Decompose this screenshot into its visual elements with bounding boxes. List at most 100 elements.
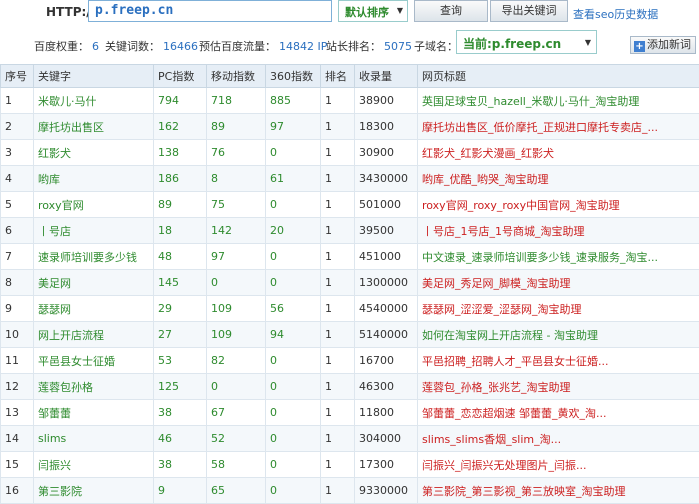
plus-icon: + xyxy=(634,41,645,52)
cell-page-title[interactable]: slims_slims香烟_slim_淘... xyxy=(418,426,699,452)
cell-pc-index: 53 xyxy=(154,348,207,374)
cell-page-title[interactable]: roxy官网_roxy_roxy中国官网_淘宝助理 xyxy=(418,192,699,218)
cell-keyword[interactable]: 瑟瑟网 xyxy=(34,296,154,322)
cell-pc-index: 48 xyxy=(154,244,207,270)
cell-keyword[interactable]: 速录师培训要多少钱 xyxy=(34,244,154,270)
query-button[interactable]: 查询 xyxy=(414,0,488,22)
sort-select-value: 默认排序 xyxy=(345,6,389,19)
table-row: 5roxy官网897501501000roxy官网_roxy_roxy中国官网_… xyxy=(1,192,699,218)
url-input[interactable]: p.freep.cn xyxy=(88,0,332,22)
cell-mobile-index: 0 xyxy=(207,270,266,296)
col-header-rank[interactable]: 排名 xyxy=(321,65,355,88)
subdomain-select[interactable]: 当前:p.freep.cn ▼ xyxy=(456,30,597,54)
col-header-indexed[interactable]: 收录量 xyxy=(355,65,418,88)
table-row: 13邹蕾蕾38670111800邹蕾蕾_恋恋超烟速 邹蕾蕾_黄欢_淘... xyxy=(1,400,699,426)
cell-indexed: 5140000 xyxy=(355,322,418,348)
cell-rank: 1 xyxy=(321,400,355,426)
cell-360-index: 56 xyxy=(266,296,321,322)
cell-mobile-index: 0 xyxy=(207,374,266,400)
cell-rank: 1 xyxy=(321,192,355,218)
export-keywords-button[interactable]: 导出关键词 xyxy=(490,0,568,22)
cell-keyword[interactable]: 哟库 xyxy=(34,166,154,192)
cell-indexed: 30900 xyxy=(355,140,418,166)
cell-360-index: 0 xyxy=(266,244,321,270)
table-row: 1米歇儿·马什794718885138900英国足球宝贝_hazell_米歇儿·… xyxy=(1,88,699,114)
cell-keyword[interactable]: 摩托坊出售区 xyxy=(34,114,154,140)
cell-index: 11 xyxy=(1,348,34,374)
cell-keyword[interactable]: 邹蕾蕾 xyxy=(34,400,154,426)
cell-mobile-index: 109 xyxy=(207,296,266,322)
cell-keyword[interactable]: 闫振兴 xyxy=(34,452,154,478)
col-header-keyword[interactable]: 关键字 xyxy=(34,65,154,88)
table-row: 8美足网1450011300000美足网_秀足网_脚模_淘宝助理 xyxy=(1,270,699,296)
cell-rank: 1 xyxy=(321,348,355,374)
cell-mobile-index: 76 xyxy=(207,140,266,166)
cell-page-title[interactable]: 丨号店_1号店_1号商城_淘宝助理 xyxy=(418,218,699,244)
cell-360-index: 0 xyxy=(266,192,321,218)
subdomain-select-value: 当前:p.freep.cn xyxy=(463,37,561,51)
cell-index: 6 xyxy=(1,218,34,244)
cell-page-title[interactable]: 平邑招聘_招聘人才_平邑县女士征婚... xyxy=(418,348,699,374)
cell-rank: 1 xyxy=(321,270,355,296)
cell-rank: 1 xyxy=(321,140,355,166)
cell-rank: 1 xyxy=(321,244,355,270)
cell-pc-index: 89 xyxy=(154,192,207,218)
cell-indexed: 1300000 xyxy=(355,270,418,296)
cell-pc-index: 145 xyxy=(154,270,207,296)
cell-indexed: 451000 xyxy=(355,244,418,270)
col-header-mobile-index[interactable]: 移动指数 xyxy=(207,65,266,88)
cell-page-title[interactable]: 美足网_秀足网_脚模_淘宝助理 xyxy=(418,270,699,296)
cell-page-title[interactable]: 摩托坊出售区_低价摩托_正规进口摩托专卖店_... xyxy=(418,114,699,140)
cell-360-index: 94 xyxy=(266,322,321,348)
cell-indexed: 16700 xyxy=(355,348,418,374)
col-header-index[interactable]: 序号 xyxy=(1,65,34,88)
cell-360-index: 0 xyxy=(266,400,321,426)
cell-mobile-index: 52 xyxy=(207,426,266,452)
cell-page-title[interactable]: 中文速录_速录师培训要多少钱_速录服务_淘宝... xyxy=(418,244,699,270)
cell-keyword[interactable]: 平邑县女士征婚 xyxy=(34,348,154,374)
col-header-pc-index[interactable]: PC指数 xyxy=(154,65,207,88)
cell-rank: 1 xyxy=(321,452,355,478)
cell-keyword[interactable]: roxy官网 xyxy=(34,192,154,218)
cell-pc-index: 186 xyxy=(154,166,207,192)
cell-page-title[interactable]: 莲蓉包_孙格_张兆艺_淘宝助理 xyxy=(418,374,699,400)
cell-page-title[interactable]: 英国足球宝贝_hazell_米歇儿·马什_淘宝助理 xyxy=(418,88,699,114)
cell-keyword[interactable]: 网上开店流程 xyxy=(34,322,154,348)
cell-pc-index: 138 xyxy=(154,140,207,166)
table-row: 10网上开店流程271099415140000如何在淘宝网上开店流程 - 淘宝助… xyxy=(1,322,699,348)
add-keyword-button[interactable]: +添加新词 xyxy=(630,36,696,54)
sort-select[interactable]: 默认排序 ▼ xyxy=(338,0,408,22)
cell-rank: 1 xyxy=(321,166,355,192)
cell-pc-index: 794 xyxy=(154,88,207,114)
cell-page-title[interactable]: 哟库_优酷_哟哭_淘宝助理 xyxy=(418,166,699,192)
cell-indexed: 4540000 xyxy=(355,296,418,322)
table-row: 2摩托坊出售区1628997118300摩托坊出售区_低价摩托_正规进口摩托专卖… xyxy=(1,114,699,140)
cell-page-title[interactable]: 红影犬_红影犬漫画_红影犬 xyxy=(418,140,699,166)
col-header-page-title[interactable]: 网页标题 xyxy=(418,65,699,88)
cell-mobile-index: 89 xyxy=(207,114,266,140)
cell-page-title[interactable]: 瑟瑟网_涩涩爱_涩瑟网_淘宝助理 xyxy=(418,296,699,322)
cell-pc-index: 46 xyxy=(154,426,207,452)
cell-keyword[interactable]: 莲蓉包孙格 xyxy=(34,374,154,400)
seo-history-link[interactable]: 查看seo历史数据 xyxy=(573,6,658,22)
cell-keyword[interactable]: 红影犬 xyxy=(34,140,154,166)
cell-page-title[interactable]: 如何在淘宝网上开店流程 - 淘宝助理 xyxy=(418,322,699,348)
cell-indexed: 46300 xyxy=(355,374,418,400)
cell-rank: 1 xyxy=(321,374,355,400)
table-row: 7速录师培训要多少钱489701451000中文速录_速录师培训要多少钱_速录服… xyxy=(1,244,699,270)
toolbar: HTTP:// p.freep.cn 默认排序 ▼ 查询 导出关键词 查看seo… xyxy=(0,0,699,64)
cell-keyword[interactable]: 丨号店 xyxy=(34,218,154,244)
cell-indexed: 304000 xyxy=(355,426,418,452)
cell-mobile-index: 718 xyxy=(207,88,266,114)
cell-page-title[interactable]: 邹蕾蕾_恋恋超烟速 邹蕾蕾_黄欢_淘... xyxy=(418,400,699,426)
col-header-360-index[interactable]: 360指数 xyxy=(266,65,321,88)
stats-bar: 百度权重：6 关键词数：16466 预估百度流量：14842 IP 站长排名：5… xyxy=(0,30,699,58)
cell-keyword[interactable]: 美足网 xyxy=(34,270,154,296)
cell-keyword[interactable]: 米歇儿·马什 xyxy=(34,88,154,114)
cell-rank: 1 xyxy=(321,218,355,244)
cell-pc-index: 18 xyxy=(154,218,207,244)
cell-index: 15 xyxy=(1,452,34,478)
cell-mobile-index: 97 xyxy=(207,244,266,270)
cell-page-title[interactable]: 闫振兴_闫振兴无处理图片_闫振... xyxy=(418,452,699,478)
cell-keyword[interactable]: slims xyxy=(34,426,154,452)
